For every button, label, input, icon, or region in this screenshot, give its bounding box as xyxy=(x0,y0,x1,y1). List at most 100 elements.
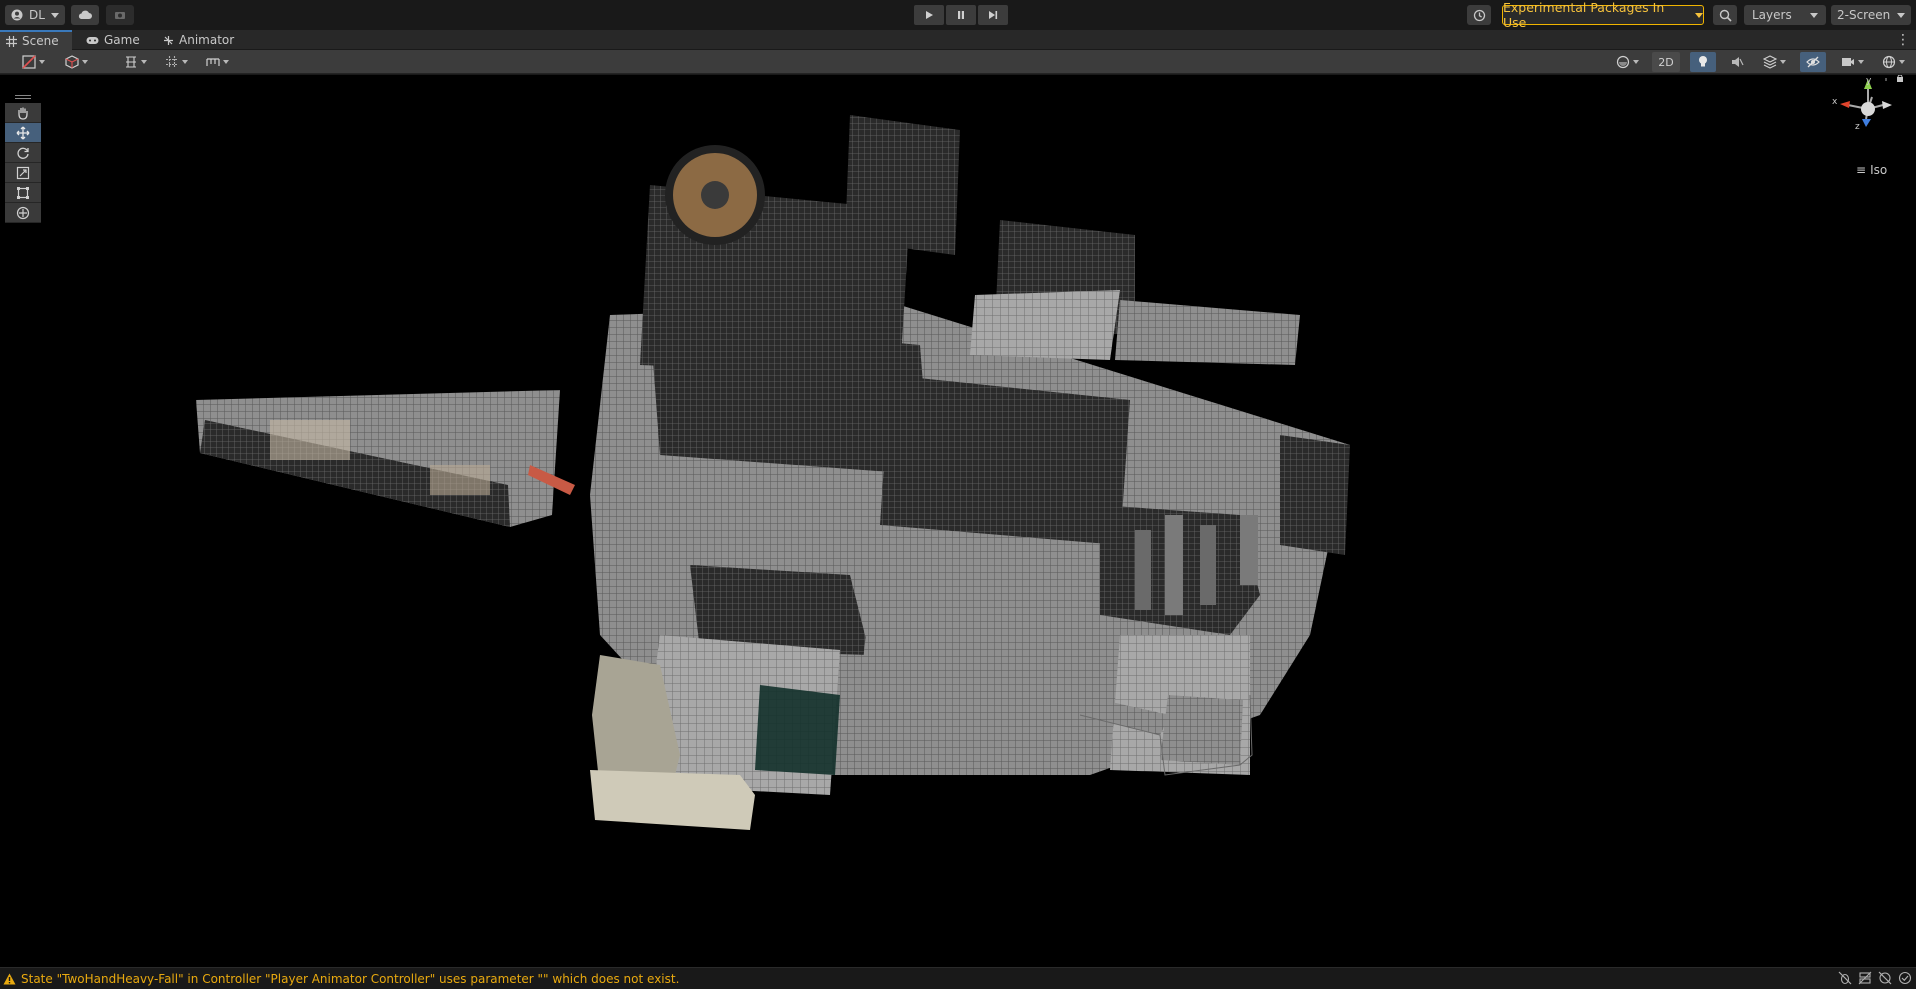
panel-grip-icon[interactable] xyxy=(15,95,31,99)
rect-transform-icon xyxy=(17,186,29,199)
search-icon xyxy=(1719,9,1732,22)
chevron-down-icon xyxy=(1897,12,1905,18)
undo-history-button[interactable] xyxy=(1467,5,1491,25)
hand-icon xyxy=(18,107,28,120)
axis-gizmo-icon: y x z xyxy=(1832,75,1903,132)
axis-z-label: z xyxy=(1855,122,1860,132)
sphere-icon xyxy=(1616,55,1629,69)
audio-toggle[interactable] xyxy=(1724,52,1750,72)
camera-icon xyxy=(1841,58,1854,66)
status-message[interactable]: State "TwoHandHeavy-Fall" in Controller … xyxy=(21,972,679,986)
chevron-down-icon xyxy=(38,60,45,64)
cube-icon xyxy=(64,55,79,69)
step-button[interactable] xyxy=(978,5,1008,25)
projection-toggle[interactable]: ≡ Iso xyxy=(1856,163,1887,177)
gamepad-icon xyxy=(86,36,99,44)
grid-icon xyxy=(6,35,17,47)
toggle-2d-label: 2D xyxy=(1658,55,1674,69)
chevron-down-icon xyxy=(222,60,229,64)
account-icon xyxy=(11,9,23,21)
chevron-down-icon xyxy=(1898,60,1905,64)
grid-snap-dropdown[interactable] xyxy=(159,52,193,72)
eye-hidden-icon xyxy=(1806,56,1820,68)
transform-icon xyxy=(16,206,30,219)
lightbulb-icon xyxy=(1699,56,1707,67)
transform-tool-button[interactable] xyxy=(5,203,41,223)
chevron-down-icon xyxy=(50,12,59,18)
view-tab-strip: Scene Game Animator ⋮ xyxy=(0,30,1916,50)
chevron-down-icon xyxy=(1810,12,1818,18)
increment-snap-dropdown[interactable] xyxy=(199,52,235,72)
transform-tools-panel xyxy=(5,95,41,223)
bug-off-icon[interactable] xyxy=(1838,971,1852,985)
chevron-down-icon xyxy=(1632,60,1639,64)
tab-animator[interactable]: Animator xyxy=(157,30,243,50)
effects-dropdown[interactable] xyxy=(1756,52,1792,72)
play-button[interactable] xyxy=(914,5,944,25)
grid-snap-icon xyxy=(165,56,178,68)
scale-tool-button[interactable] xyxy=(5,163,41,183)
cloud-icon xyxy=(78,10,92,19)
pivot-icon xyxy=(125,56,136,68)
experimental-packages-dropdown[interactable]: Experimental Packages In Use xyxy=(1502,0,1704,30)
scene-viewport[interactable]: y x z ≡ Iso xyxy=(0,75,1916,967)
tab-scene[interactable]: Scene xyxy=(0,30,72,50)
move-icon xyxy=(16,126,30,139)
menu-lines-icon: ≡ xyxy=(1856,163,1867,177)
level-geometry xyxy=(196,115,1350,830)
rotate-tool-button[interactable] xyxy=(5,143,41,163)
experimental-label: Experimental Packages In Use xyxy=(1503,0,1665,30)
more-options-icon[interactable]: ⋮ xyxy=(1896,32,1910,48)
orientation-gizmo[interactable]: y x z ≡ Iso xyxy=(1828,75,1908,185)
cache-server-icon[interactable] xyxy=(1858,971,1872,985)
camera-settings-dropdown[interactable] xyxy=(1834,52,1870,72)
pause-icon xyxy=(958,11,964,19)
warning-icon xyxy=(3,973,16,984)
scene-visibility-toggle[interactable] xyxy=(1800,52,1826,72)
progress-check-icon[interactable] xyxy=(1898,971,1912,985)
cloud-button[interactable] xyxy=(71,5,99,25)
tab-game[interactable]: Game xyxy=(80,30,150,50)
layers-label: Layers xyxy=(1752,8,1792,22)
scale-icon xyxy=(16,166,30,179)
collab-icon xyxy=(115,12,125,19)
play-icon xyxy=(926,11,933,19)
chevron-down-icon xyxy=(1695,12,1703,18)
network-off-icon[interactable] xyxy=(1878,971,1892,985)
status-bar[interactable]: State "TwoHandHeavy-Fall" in Controller … xyxy=(0,967,1916,989)
account-dropdown[interactable]: DL xyxy=(5,5,65,25)
layout-dropdown[interactable]: 2-Screen xyxy=(1831,5,1911,25)
collab-button[interactable] xyxy=(106,5,134,25)
scene-view-toolbar: 2D xyxy=(0,50,1916,74)
layers-dropdown[interactable]: Layers xyxy=(1744,5,1826,25)
move-tool-button[interactable] xyxy=(5,123,41,143)
draw-mode-dropdown[interactable] xyxy=(14,52,52,72)
rect-tool-button[interactable] xyxy=(5,183,41,203)
lighting-toggle[interactable] xyxy=(1690,52,1716,72)
chevron-down-icon xyxy=(81,60,88,64)
playmode-controls xyxy=(912,5,1010,25)
gizmos-dropdown[interactable] xyxy=(1874,52,1912,72)
hand-tool-button[interactable] xyxy=(5,103,41,123)
tab-label: Game xyxy=(104,33,140,47)
toggle-2d-button[interactable]: 2D xyxy=(1652,52,1680,72)
shading-dropdown[interactable] xyxy=(58,52,94,72)
globe-icon xyxy=(1882,55,1895,69)
axis-y-label: y xyxy=(1866,76,1872,86)
rotate-icon xyxy=(17,147,29,159)
chevron-down-icon xyxy=(1857,60,1864,64)
render-mode-dropdown[interactable] xyxy=(1608,52,1646,72)
pivot-dropdown[interactable] xyxy=(117,52,153,72)
account-label: DL xyxy=(29,8,45,22)
chevron-down-icon xyxy=(1779,60,1786,64)
step-icon xyxy=(989,11,998,19)
status-icons xyxy=(1838,971,1912,985)
layers-icon xyxy=(1762,55,1777,69)
pause-button[interactable] xyxy=(946,5,976,25)
draw-mode-icon xyxy=(21,55,36,69)
chevron-down-icon xyxy=(140,60,147,64)
search-button[interactable] xyxy=(1713,5,1737,25)
projection-label: Iso xyxy=(1870,163,1888,177)
tab-label: Scene xyxy=(22,34,59,48)
animator-icon xyxy=(164,35,173,45)
